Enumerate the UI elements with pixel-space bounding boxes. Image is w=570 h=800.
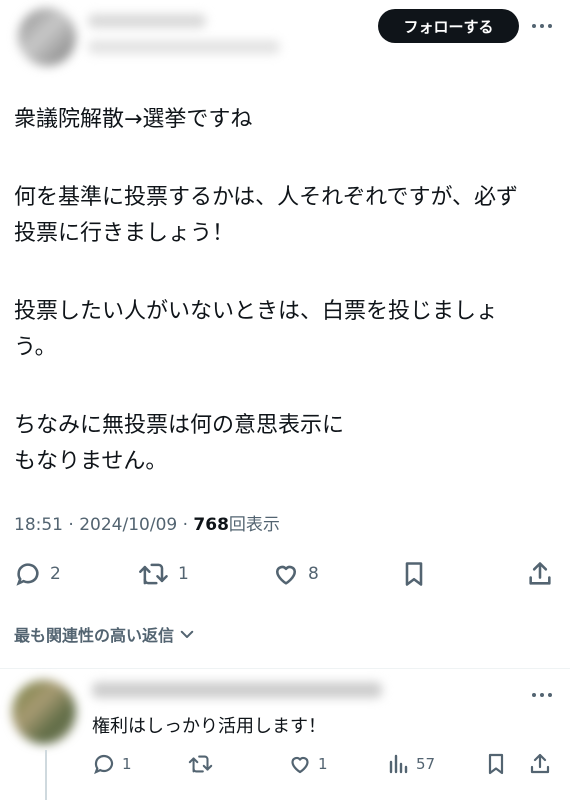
meta-separator: · — [182, 515, 189, 535]
reply-author-avatar[interactable] — [12, 680, 76, 744]
retweet-count: 1 — [178, 564, 189, 584]
share-icon — [529, 562, 551, 585]
reply-bookmark-button[interactable] — [484, 752, 508, 776]
tweet-time[interactable]: 18:51 — [14, 515, 63, 535]
reply-text: 権利はしっかり活用します！ — [92, 716, 326, 737]
tweet-line: もなりません。 — [14, 449, 168, 474]
share-button[interactable] — [526, 560, 554, 588]
author-avatar[interactable] — [18, 8, 76, 66]
view-count: 768 — [193, 515, 229, 535]
reply-share-button[interactable] — [528, 752, 552, 776]
thread-line — [45, 750, 47, 800]
reply-author-name[interactable] — [92, 682, 382, 698]
reply-icon — [16, 563, 39, 586]
reply-reply-count: 1 — [122, 755, 132, 773]
follow-button[interactable]: フォローする — [378, 9, 519, 43]
like-count: 8 — [308, 564, 319, 584]
more-icon[interactable] — [532, 24, 552, 28]
more-icon[interactable] — [532, 693, 552, 697]
tweet-line: 投票に行きましょう！ — [14, 221, 235, 246]
tweet-line: 何を基準に投票するかは、人それぞれですが、必ず — [14, 185, 519, 210]
tweet-line: 衆議院解散→選挙ですね — [14, 107, 253, 132]
reply-view-count: 57 — [416, 755, 436, 773]
reply-views-button[interactable]: 57 — [386, 752, 435, 776]
views-icon — [389, 754, 408, 774]
like-icon — [291, 756, 309, 774]
bookmark-button[interactable] — [400, 560, 428, 588]
tweet-meta: 18:51 · 2024/10/09 · 768回表示 — [14, 510, 280, 535]
tweet-line: 投票したい人がいないときは、白票を投じましょ — [14, 299, 499, 324]
share-icon — [530, 753, 550, 774]
reply-retweet-button[interactable] — [188, 752, 214, 776]
reply-sort-selector[interactable]: 最も関連性の高い返信 — [14, 622, 196, 646]
meta-separator: · — [68, 515, 74, 535]
reply-button[interactable]: 2 — [14, 560, 61, 588]
tweet-line: う。 — [14, 335, 57, 360]
author-display-name[interactable] — [88, 14, 206, 28]
tweet-line: ちなみに無投票は何の意思表示に — [14, 413, 345, 438]
chevron-down-icon — [180, 630, 194, 638]
reply-reply-button[interactable]: 1 — [92, 752, 132, 776]
author-handle[interactable] — [88, 40, 280, 54]
tweet-text: 衆議院解散→選挙ですね 何を基準に投票するかは、人それぞれですが、必ず 投票に行… — [14, 102, 554, 480]
bookmark-icon — [405, 562, 423, 586]
reply-sort-label: 最も関連性の高い返信 — [14, 626, 175, 645]
reply-like-count: 1 — [318, 755, 328, 773]
retweet-icon — [188, 755, 213, 773]
view-label: 回表示 — [228, 515, 280, 535]
retweet-button[interactable]: 1 — [138, 560, 189, 588]
reply-icon — [94, 754, 114, 775]
reply-count: 2 — [50, 564, 61, 584]
like-icon — [275, 565, 297, 585]
reply-like-button[interactable]: 1 — [288, 752, 328, 776]
tweet-date[interactable]: 2024/10/09 — [79, 515, 177, 535]
bookmark-icon — [488, 753, 504, 775]
divider — [0, 668, 570, 669]
like-button[interactable]: 8 — [272, 560, 319, 588]
retweet-icon — [139, 563, 168, 585]
